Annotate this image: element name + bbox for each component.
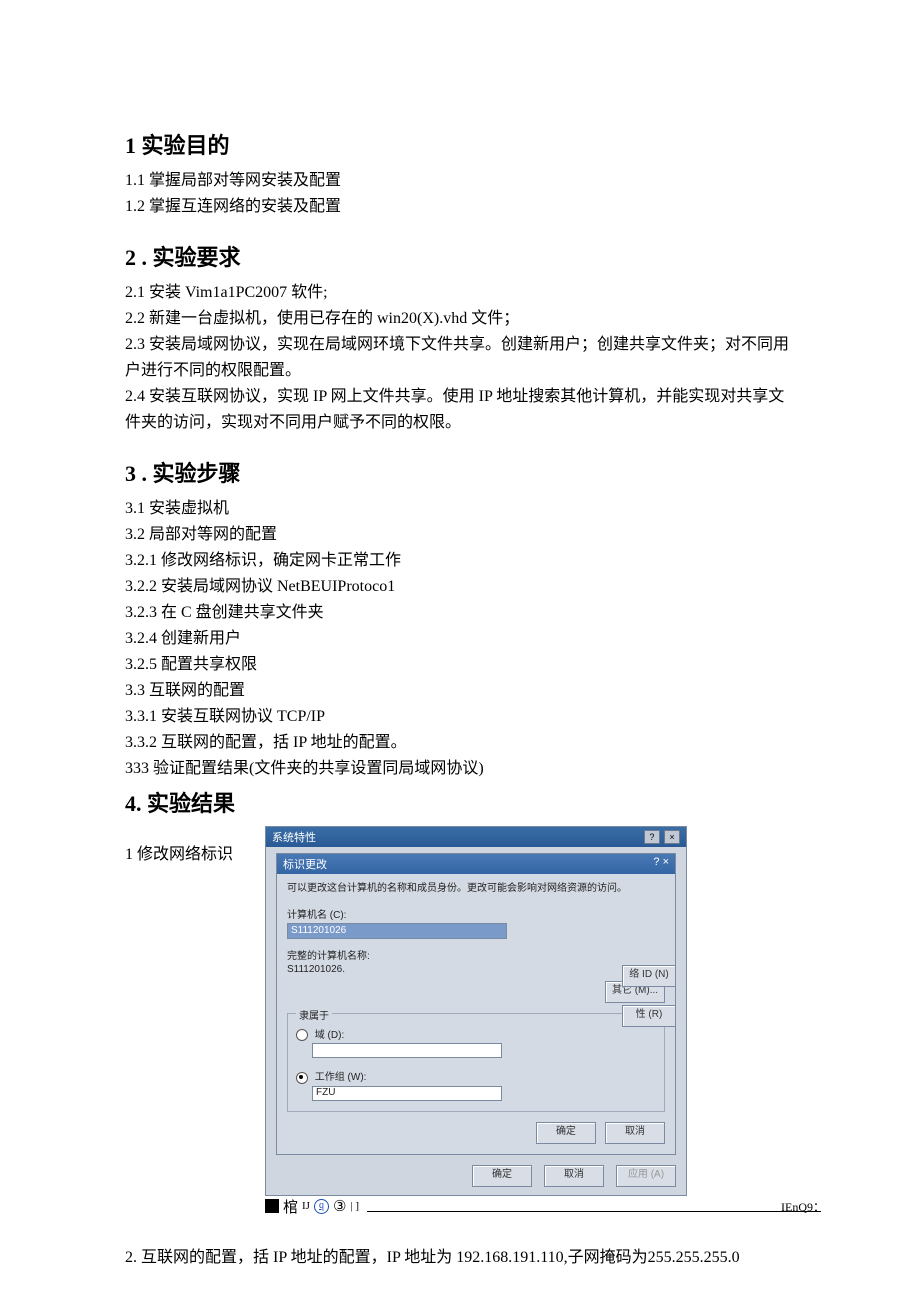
section-3-title: 3 . 实验步骤 [125,456,800,488]
item-3-3-1: 3.3.1 安装互联网协议 TCP/IP [125,704,800,730]
item-1-2: 1.2 掌握互连网络的安装及配置 [125,194,800,220]
workgroup-radio-row[interactable]: 工作组 (W): [296,1068,656,1083]
inner-window-title: 标识更改 [283,856,327,872]
outer-side-buttons: 络 ID (N) 性 (R) [616,965,676,1027]
item-2-1: 2.1 安装 Vim1a1PC2007 软件; [125,280,800,306]
group-legend: 隶属于 [296,1007,332,1022]
system-properties-window: 系统特性 ? × 标识更改 ? × 可以更改这台计算机的名称和成员身份。更改可能… [265,826,687,1196]
outer-window-title: 系统特性 [272,829,316,845]
ocr-noise-row: 棺 IJ q ③ | ] IEnQ9： [265,1196,825,1217]
glyph-3: ③ [333,1197,346,1216]
close-icon[interactable]: × [664,830,680,844]
item-3-2-5: 3.2.5 配置共享权限 [125,652,800,678]
glyph-2: IJ [302,1200,310,1212]
glyph-1: 棺 [283,1196,298,1217]
inner-cancel-button[interactable]: 取消 [605,1122,665,1144]
network-id-button[interactable]: 络 ID (N) [622,965,676,987]
item-2-2: 2.2 新建一台虚拟机，使用已存在的 win20(X).vhd 文件； [125,306,800,332]
outer-apply-button[interactable]: 应用 (A) [616,1165,676,1187]
item-2-4: 2.4 安装互联网协议，实现 IP 网上文件共享。使用 IP 地址搜索其他计算机… [125,384,800,436]
domain-radio-label: 域 (D): [315,1030,344,1041]
inner-ok-button[interactable]: 确定 [536,1122,596,1144]
domain-radio-row[interactable]: 域 (D): [296,1026,656,1041]
glyph-right: IEnQ9： [781,1198,825,1215]
radio-unchecked-icon [296,1029,308,1041]
dialog-description: 可以更改这台计算机的名称和成员身份。更改可能会影响对网络资源的访问。 [287,882,665,896]
member-of-group: 隶属于 域 (D): 工作组 (W): FZU [287,1013,665,1112]
item-3-2-4: 3.2.4 创建新用户 [125,626,800,652]
result-2-text: 2. 互联网的配置，括 IP 地址的配置，IP 地址为 192.168.191.… [125,1245,800,1271]
help-icon[interactable]: ? [653,856,659,868]
item-3-2-3: 3.2.3 在 C 盘创建共享文件夹 [125,600,800,626]
item-2-3: 2.3 安装局域网协议，实现在局域网环境下文件共享。创建新用户；创建共享文件夹；… [125,332,800,384]
inner-window-buttons: ? × [653,856,669,872]
black-square-icon [265,1199,279,1213]
workgroup-input[interactable]: FZU [312,1086,502,1101]
result-1-label: 1 修改网络标识 [125,826,265,864]
glyph-bar: | ] [350,1200,359,1212]
close-icon[interactable]: × [663,856,669,868]
outer-button-row: 确定 取消 应用 (A) [266,1159,686,1195]
radio-checked-icon [296,1072,308,1084]
item-3-3-3: 333 验证配置结果(文件夹的共享设置同局域网协议) [125,756,800,782]
item-3-3: 3.3 互联网的配置 [125,678,800,704]
item-1-1: 1.1 掌握局部对等网安装及配置 [125,168,800,194]
underline-rule [367,1201,821,1212]
item-3-3-2: 3.3.2 互联网的配置，括 IP 地址的配置。 [125,730,800,756]
properties-button[interactable]: 性 (R) [622,1005,676,1027]
computer-name-input[interactable]: S111201026 [287,923,507,939]
computer-name-label: 计算机名 (C): [287,906,665,921]
item-3-2-2: 3.2.2 安装局域网协议 NetBEUIProtoco1 [125,574,800,600]
domain-input[interactable] [312,1043,502,1058]
item-3-1: 3.1 安装虚拟机 [125,496,800,522]
section-2-title: 2 . 实验要求 [125,240,800,272]
item-3-2: 3.2 局部对等网的配置 [125,522,800,548]
full-name-value: S111201026. [287,964,665,975]
outer-titlebar: 系统特性 ? × [266,827,686,847]
inner-titlebar: 标识更改 ? × [277,854,675,874]
section-4-title: 4. 实验结果 [125,786,800,818]
help-icon[interactable]: ? [644,830,660,844]
window-buttons: ? × [643,830,680,844]
outer-ok-button[interactable]: 确定 [472,1165,532,1187]
full-name-label: 完整的计算机名称: [287,947,665,962]
outer-cancel-button[interactable]: 取消 [544,1165,604,1187]
glyph-q: q [314,1199,329,1214]
item-3-2-1: 3.2.1 修改网络标识，确定网卡正常工作 [125,548,800,574]
workgroup-radio-label: 工作组 (W): [315,1072,367,1083]
section-1-title: 1 实验目的 [125,128,800,160]
